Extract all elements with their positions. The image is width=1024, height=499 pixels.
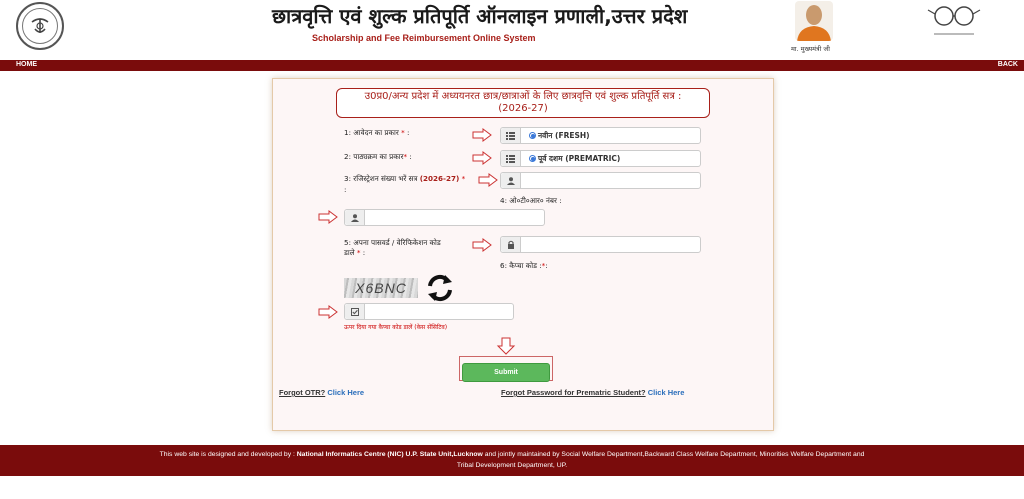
forgot-otr-row: Forgot OTR? Click Here [279,388,364,397]
prematric-radio[interactable] [529,155,536,162]
back-link[interactable]: BACK [998,61,1018,68]
application-type-value: नवीन (FRESH) [538,130,590,140]
application-type-label: 1: आवेदन का प्रकार * : [344,128,410,137]
forgot-password-link[interactable]: Forgot Password for Prematric Student? [501,388,646,397]
arrow-right-icon [478,173,498,187]
registration-number-label: 3: रजिस्ट्रेशन संख्या भरें सत्र (2026-27… [344,174,466,183]
submit-button[interactable]: Submit [462,363,550,382]
registration-number-colon: : [344,185,347,194]
site-title-hindi: छात्रवृत्ति एवं शुल्क प्रतिपूर्ति ऑनलाइन… [272,4,688,28]
arrow-right-icon [472,151,492,165]
arrow-down-icon [496,337,516,355]
password-input[interactable] [500,236,701,253]
forgot-otr-click-here[interactable]: Click Here [327,388,364,397]
arrow-right-icon [472,128,492,142]
session-title-box: उ0प्र0/अन्य प्रदेश में अध्ययनरत छात्र/छा… [336,88,710,118]
nav-bar: HOME BACK [0,60,1024,71]
site-title-english: Scholarship and Fee Reimbursement Online… [312,33,536,43]
forgot-otr-link[interactable]: Forgot OTR? [279,388,325,397]
chief-minister-photo [795,1,833,41]
up-government-emblem-icon [16,2,64,50]
registration-number-input[interactable] [500,172,701,189]
captcha-hint: ऊपर दिया गया कैप्चा कोड डालें (केस सेंसि… [344,324,448,331]
user-icon [345,210,365,225]
course-type-value: पूर्व दशम (PREMATRIC) [538,153,621,163]
footer-line-2: Tribal Development Department, UP. [456,462,568,469]
submit-button-frame: Submit [459,356,553,382]
list-icon [501,128,521,143]
captcha-input[interactable] [344,303,514,320]
session-title-text: उ0प्र0/अन्य प्रदेश में अध्ययनरत छात्र/छा… [364,91,682,102]
arrow-right-icon [472,238,492,252]
fresh-radio[interactable] [529,132,536,139]
swachh-bharat-logo-icon [922,2,984,42]
chief-minister-label: मा. मुख्यमंत्री जी [791,45,830,53]
footer-line-1: This web site is designed and developed … [159,451,865,458]
arrow-right-icon [318,210,338,224]
arrow-right-icon [318,305,338,319]
user-icon [501,173,521,188]
lock-icon [501,237,521,252]
otr-number-label: 4: ओ०टी०आर० नंबर : [500,196,562,205]
captcha-label: 6: कैप्चा कोड :*: [500,261,548,270]
password-label: 5: अपना पासवर्ड / वेरिफिकेशन कोड डाले * … [344,238,441,257]
application-type-select[interactable]: नवीन (FRESH) [500,127,701,144]
home-link[interactable]: HOME [16,61,37,68]
site-header: छात्रवृत्ति एवं शुल्क प्रतिपूर्ति ऑनलाइन… [0,0,1024,60]
refresh-captcha-icon[interactable] [424,272,456,304]
captcha-image: X6BNC [344,278,418,298]
site-footer: This web site is designed and developed … [0,445,1024,476]
forgot-password-row: Forgot Password for Prematric Student? C… [501,388,684,397]
course-type-select[interactable]: पूर्व दशम (PREMATRIC) [500,150,701,167]
list-icon [501,151,521,166]
otr-number-input[interactable] [344,209,545,226]
course-type-label: 2: पाठ्यक्रम का प्रकार* : [344,152,412,161]
session-year-text: (2026-27) [498,103,548,114]
checkbox-edit-icon [345,304,365,319]
forgot-password-click-here[interactable]: Click Here [648,388,685,397]
